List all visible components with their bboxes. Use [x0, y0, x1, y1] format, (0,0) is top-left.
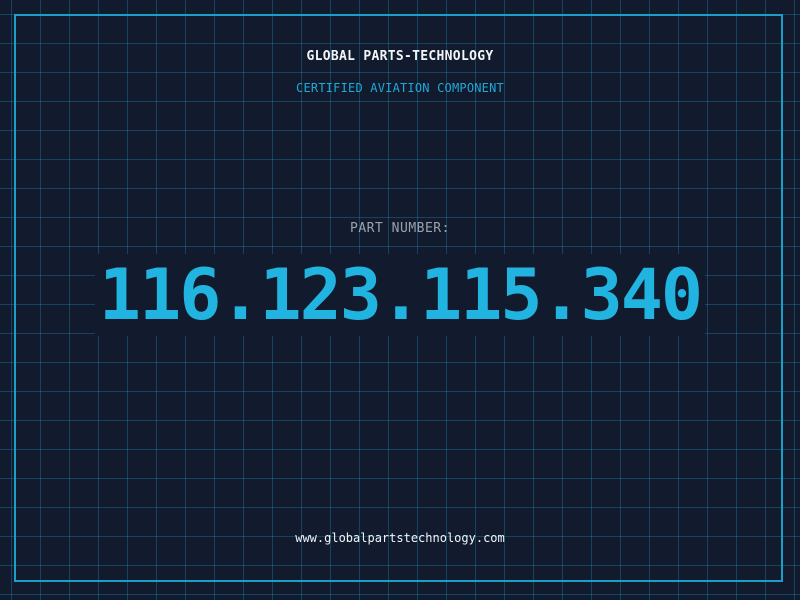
- label-canvas: GLOBAL PARTS-TECHNOLOGY CERTIFIED AVIATI…: [0, 0, 800, 600]
- certification-subtitle: CERTIFIED AVIATION COMPONENT: [296, 81, 504, 95]
- part-number-display: 116.123.115.340: [0, 254, 800, 336]
- website-url: www.globalpartstechnology.com: [295, 531, 505, 545]
- brand-name: GLOBAL PARTS-TECHNOLOGY: [306, 49, 494, 64]
- part-number-value: 116.123.115.340: [94, 254, 706, 336]
- part-number-label: PART NUMBER:: [350, 221, 450, 236]
